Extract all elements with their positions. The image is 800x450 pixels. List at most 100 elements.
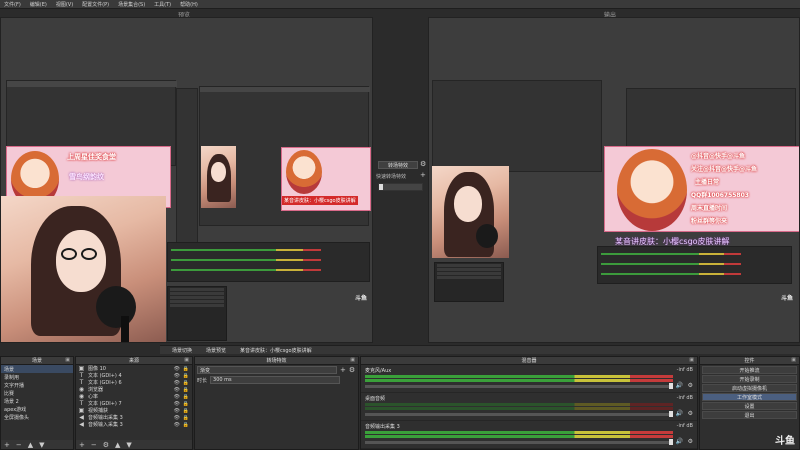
douyu-watermark: 斗鱼	[775, 436, 795, 447]
close-icon[interactable]: ▣	[184, 357, 189, 363]
scene-item[interactable]: 文字开播	[1, 381, 73, 389]
scene-item[interactable]: 场景 2	[1, 397, 73, 405]
transition-select[interactable]: 渐变	[197, 366, 337, 374]
transition-button[interactable]: 转场特效	[378, 161, 418, 169]
nested-overlay: 某音讲皮肤：小樱csgo皮肤讲解	[281, 147, 371, 211]
move-up-icon[interactable]: ▲	[28, 441, 33, 449]
add-icon[interactable]: +	[420, 171, 426, 179]
eye-icon[interactable]: 👁	[174, 422, 180, 428]
source-item[interactable]: ▣ 视频捕获 👁 🔒	[76, 407, 192, 414]
gear-icon[interactable]: ⚙	[688, 438, 693, 445]
eye-icon[interactable]: 👁	[174, 380, 180, 386]
remove-icon[interactable]: −	[91, 441, 97, 449]
scene-item[interactable]: 场景	[1, 365, 73, 373]
red-banner: 某音讲皮肤：小樱csgo皮肤讲解	[282, 196, 358, 205]
overlay-line-3: 主播日常	[695, 179, 720, 186]
scene-item[interactable]: apex游戏	[1, 405, 73, 413]
control-button[interactable]: 开始推流	[702, 366, 797, 374]
preview-canvas[interactable]: 上周星佳奖食堂 雪鸟纲韵纹 某音讲皮肤：小樱csgo皮肤讲解 斗鱼	[0, 17, 373, 343]
gear-icon[interactable]: ⚙	[420, 160, 426, 168]
volume-knob[interactable]	[669, 383, 673, 389]
lock-icon[interactable]: 🔒	[183, 373, 189, 379]
control-button[interactable]: 设置	[702, 402, 797, 410]
level-meter	[365, 407, 673, 410]
subtitle-banner: 雪鸟纲韵纹	[69, 173, 104, 181]
control-button[interactable]: 退出	[702, 411, 797, 419]
mixer-title: 混音器 ▣	[361, 357, 697, 365]
control-button[interactable]: 工作室模式	[702, 393, 797, 401]
scene-item[interactable]: 录制用	[1, 373, 73, 381]
close-icon[interactable]: ▣	[689, 357, 694, 363]
menu-file[interactable]: 文件(F)	[4, 1, 21, 8]
volume-slider[interactable]	[365, 385, 673, 388]
close-icon[interactable]: ▣	[791, 357, 796, 363]
add-icon[interactable]: +	[4, 441, 10, 449]
source-item[interactable]: ◀ 音频输入采集 3 👁 🔒	[76, 421, 192, 428]
gear-icon[interactable]: ⚙	[349, 366, 355, 374]
eye-icon[interactable]: 👁	[174, 408, 180, 414]
speaker-icon[interactable]: 🔊	[676, 438, 683, 445]
gear-icon[interactable]: ⚙	[688, 382, 693, 389]
move-down-icon[interactable]: ▼	[39, 441, 44, 449]
program-nested-mixer	[597, 246, 792, 284]
level-meter	[365, 435, 673, 438]
lock-icon[interactable]: 🔒	[183, 394, 189, 400]
source-item[interactable]: ▣ 图像 10 👁 🔒	[76, 365, 192, 372]
move-down-icon[interactable]: ▼	[126, 441, 131, 449]
volume-slider[interactable]	[365, 441, 673, 444]
program-nested-1	[432, 80, 602, 172]
lock-icon[interactable]: 🔒	[183, 422, 189, 428]
control-button[interactable]: 启动虚拟摄像机	[702, 384, 797, 392]
eye-icon[interactable]: 👁	[174, 401, 180, 407]
close-icon[interactable]: ▣	[65, 357, 70, 363]
eye-icon[interactable]: 👁	[174, 387, 180, 393]
nested-divider	[176, 88, 198, 258]
tab-scene-switch[interactable]: 场景切换	[172, 347, 192, 354]
eye-icon[interactable]: 👁	[174, 415, 180, 421]
speaker-icon[interactable]: 🔊	[676, 382, 683, 389]
source-item[interactable]: ◉ 浏览器 👁 🔒	[76, 386, 192, 393]
eye-icon[interactable]: 👁	[174, 394, 180, 400]
lock-icon[interactable]: 🔒	[183, 366, 189, 372]
menu-edit[interactable]: 编辑(E)	[30, 1, 47, 8]
menu-scene-collection[interactable]: 场景集合(S)	[118, 1, 145, 8]
volume-knob[interactable]	[669, 411, 673, 417]
volume-knob[interactable]	[669, 439, 673, 445]
menu-view[interactable]: 视图(V)	[56, 1, 73, 8]
move-up-icon[interactable]: ▲	[115, 441, 120, 449]
transition-slider[interactable]	[378, 183, 423, 191]
lock-icon[interactable]: 🔒	[183, 380, 189, 386]
source-item[interactable]: T 文本 (GDI+) 6 👁 🔒	[76, 379, 192, 386]
source-item[interactable]: ◉ 心率 👁 🔒	[76, 393, 192, 400]
eye-icon[interactable]: 👁	[174, 366, 180, 372]
tab-scene-name[interactable]: 某音讲皮肤：小樱csgo皮肤讲解	[240, 347, 312, 354]
tab-scene-preview[interactable]: 场景预览	[206, 347, 226, 354]
add-icon[interactable]: +	[79, 441, 85, 449]
transition-slider-knob[interactable]	[379, 184, 383, 190]
lock-icon[interactable]: 🔒	[183, 415, 189, 421]
source-item[interactable]: ◀ 音频输出采集 3 👁 🔒	[76, 414, 192, 421]
add-icon[interactable]: +	[340, 366, 346, 374]
volume-slider[interactable]	[365, 413, 673, 416]
speaker-icon[interactable]: 🔊	[676, 410, 683, 417]
menu-help[interactable]: 帮助(H)	[180, 1, 198, 8]
remove-icon[interactable]: −	[16, 441, 22, 449]
scene-item[interactable]: 比赛	[1, 389, 73, 397]
scene-item[interactable]: 全屏摄像头	[1, 413, 73, 421]
control-button[interactable]: 开始录制	[702, 375, 797, 383]
scenes-title: 场景 ▣	[1, 357, 73, 365]
menu-tools[interactable]: 工具(T)	[154, 1, 171, 8]
gear-icon[interactable]: ⚙	[103, 441, 109, 449]
controls-title: 控件 ▣	[700, 357, 799, 365]
gear-icon[interactable]: ⚙	[688, 410, 693, 417]
menu-profile[interactable]: 配置文件(P)	[82, 1, 109, 8]
lock-icon[interactable]: 🔒	[183, 387, 189, 393]
duration-input[interactable]: 300 ms	[210, 376, 341, 384]
source-item[interactable]: T 文本 (GDI+) 7 👁 🔒	[76, 400, 192, 407]
source-item[interactable]: T 文本 (GDI+) 4 👁 🔒	[76, 372, 192, 379]
close-icon[interactable]: ▣	[350, 357, 355, 363]
eye-icon[interactable]: 👁	[174, 373, 180, 379]
lock-icon[interactable]: 🔒	[183, 401, 189, 407]
lock-icon[interactable]: 🔒	[183, 408, 189, 414]
program-overlay: @抖音@快手@斗鱼 关注@抖音@快手@斗鱼 主播日常 QQ群1006755803…	[604, 146, 799, 232]
